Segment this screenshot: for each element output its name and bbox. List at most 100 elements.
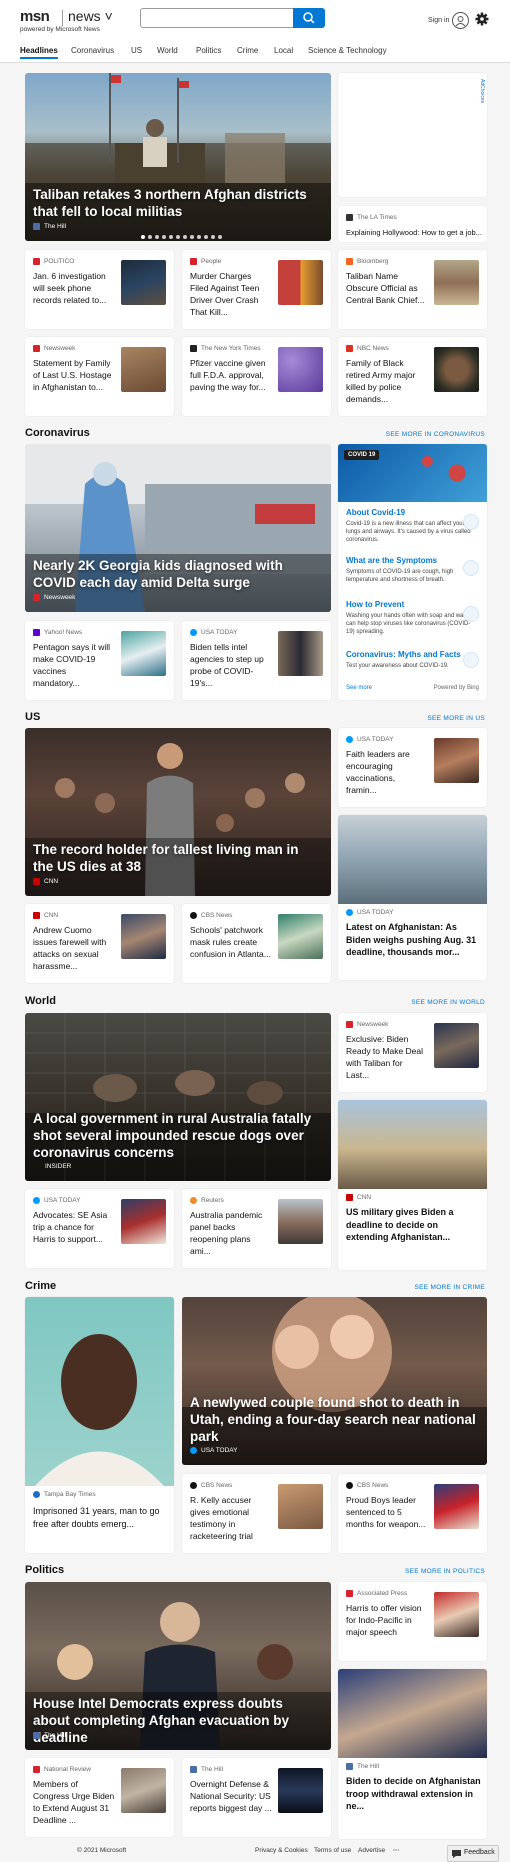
news-card[interactable]: USA TODAY Faith leaders are encouraging … xyxy=(338,728,487,807)
card-title[interactable]: Schools' patchwork mask rules create con… xyxy=(190,924,272,960)
hero-card-politics[interactable]: House Intel Democrats express doubts abo… xyxy=(25,1582,331,1750)
card-title[interactable]: Biden tells intel agencies to step up pr… xyxy=(190,641,272,689)
news-card[interactable]: Reuters Australia pandemic panel backs r… xyxy=(182,1189,331,1268)
hero-title[interactable]: The record holder for tallest living man… xyxy=(33,841,321,875)
covid-see-more[interactable]: See more xyxy=(346,685,372,691)
card-title[interactable]: Overnight Defense & National Security: U… xyxy=(190,1778,272,1814)
card-thumbnail xyxy=(121,1199,166,1244)
news-card[interactable]: Associated Press Harris to offer vision … xyxy=(338,1582,487,1661)
see-more-politics[interactable]: SEE MORE IN POLITICS xyxy=(405,1568,485,1575)
hero-card-crime[interactable]: A newlywed couple found shot to death in… xyxy=(182,1297,487,1465)
hero-title[interactable]: A local government in rural Australia fa… xyxy=(33,1110,321,1161)
card-title[interactable]: Harris to offer vision for Indo-Pacific … xyxy=(346,1602,428,1638)
tab-local[interactable]: Local xyxy=(274,46,293,55)
covid-symptoms-title[interactable]: What are the Symptoms xyxy=(346,556,476,565)
card-title[interactable]: Biden to decide on Afghanistan troop wit… xyxy=(346,1775,482,1813)
covid-prevent-title[interactable]: How to Prevent xyxy=(346,600,476,609)
hero-card-world[interactable]: A local government in rural Australia fa… xyxy=(25,1013,331,1181)
card-title[interactable]: Members of Congress Urge Biden to Extend… xyxy=(33,1778,115,1826)
more-menu[interactable]: ··· xyxy=(393,1847,400,1854)
hero-title[interactable]: A newlywed couple found shot to death in… xyxy=(190,1394,477,1445)
tab-world[interactable]: World xyxy=(157,46,178,55)
news-card[interactable]: Newsweek Exclusive: Biden Ready to Make … xyxy=(338,1013,487,1092)
card-title[interactable]: Faith leaders are encouraging vaccinatio… xyxy=(346,748,428,796)
card-thumbnail xyxy=(121,347,166,392)
tab-crime[interactable]: Crime xyxy=(237,46,258,55)
card-title[interactable]: R. Kelly accuser gives emotional testimo… xyxy=(190,1494,272,1542)
tab-science-technology[interactable]: Science & Technology xyxy=(308,46,387,55)
news-card[interactable]: USA TODAY Biden tells intel agencies to … xyxy=(182,621,331,700)
see-more-us[interactable]: SEE MORE IN US xyxy=(427,715,485,722)
covid-about-title[interactable]: About Covid-19 xyxy=(346,508,476,517)
news-card[interactable]: CNN Andrew Cuomo issues farewell with at… xyxy=(25,904,174,983)
card-title[interactable]: Pentagon says it will make COVID-19 vacc… xyxy=(33,641,115,689)
covid-symptoms[interactable]: What are the Symptoms Symptoms of COVID-… xyxy=(346,556,476,584)
avatar-icon[interactable] xyxy=(452,12,469,29)
card-title[interactable]: Explaining Hollywood: How to get a job..… xyxy=(346,227,482,239)
covid-prevent[interactable]: How to Prevent Washing your hands often … xyxy=(346,600,476,636)
hero-card-us[interactable]: The record holder for tallest living man… xyxy=(25,728,331,896)
card-title[interactable]: Jan. 6 investigation will seek phone rec… xyxy=(33,270,115,306)
big-news-card[interactable]: The Hill Biden to decide on Afghanistan … xyxy=(338,1669,487,1839)
news-card[interactable]: Newsweek Statement by Family of Last U.S… xyxy=(25,337,174,416)
hero-card-covid[interactable]: Nearly 2K Georgia kids diagnosed with CO… xyxy=(25,444,331,612)
advertise-link[interactable]: Advertise xyxy=(358,1847,385,1854)
news-card[interactable]: CBS News Schools' patchwork mask rules c… xyxy=(182,904,331,983)
news-card[interactable]: National Review Members of Congress Urge… xyxy=(25,1758,174,1837)
news-card[interactable]: CBS News Proud Boys leader sentenced to … xyxy=(338,1474,487,1553)
covid-myths[interactable]: Coronavirus: Myths and Facts Test your a… xyxy=(346,650,476,670)
see-more-coronavirus[interactable]: SEE MORE IN CORONAVIRUS xyxy=(386,431,485,438)
card-title[interactable]: Taliban Name Obscure Official as Central… xyxy=(346,270,428,306)
news-card[interactable]: CBS News R. Kelly accuser gives emotiona… xyxy=(182,1474,331,1553)
news-card[interactable]: The New York Times Pfizer vaccine given … xyxy=(182,337,331,416)
terms-link[interactable]: Terms of use xyxy=(314,1847,351,1854)
see-more-crime[interactable]: SEE MORE IN CRIME xyxy=(415,1284,485,1291)
hero-title[interactable]: House Intel Democrats express doubts abo… xyxy=(33,1695,321,1746)
tab-politics[interactable]: Politics xyxy=(196,46,221,55)
hero-card-taliban[interactable]: Taliban retakes 3 northern Afghan distri… xyxy=(25,73,331,241)
news-card[interactable]: The Hill Overnight Defense & National Se… xyxy=(182,1758,331,1837)
tab-us[interactable]: US xyxy=(131,46,142,55)
hero-source: The Hill xyxy=(33,1732,66,1739)
hero-title[interactable]: Taliban retakes 3 northern Afghan distri… xyxy=(33,186,321,220)
news-dropdown[interactable]: news ˅ xyxy=(68,8,113,24)
card-title[interactable]: Exclusive: Biden Ready to Make Deal with… xyxy=(346,1033,428,1081)
news-card[interactable]: People Murder Charges Filed Against Teen… xyxy=(182,250,331,329)
covid-myths-title[interactable]: Coronavirus: Myths and Facts xyxy=(346,650,476,659)
news-card[interactable]: POLITICO Jan. 6 investigation will seek … xyxy=(25,250,174,329)
msn-logo[interactable]: msn news ˅ powered by Microsoft News xyxy=(20,8,113,33)
gear-icon[interactable] xyxy=(475,12,489,31)
search-input[interactable] xyxy=(140,8,294,28)
card-title[interactable]: Imprisoned 31 years, man to go free afte… xyxy=(33,1505,169,1530)
card-title[interactable]: Family of Black retired Army major kille… xyxy=(346,357,428,405)
side-card-la-times[interactable]: The LA Times Explaining Hollywood: How t… xyxy=(338,206,487,242)
card-title[interactable]: Australia pandemic panel backs reopening… xyxy=(190,1209,272,1257)
tab-coronavirus[interactable]: Coronavirus xyxy=(71,46,114,55)
carousel-dots[interactable] xyxy=(141,235,222,239)
search-button[interactable] xyxy=(293,8,325,28)
hero-title[interactable]: Nearly 2K Georgia kids diagnosed with CO… xyxy=(33,557,321,591)
covid-about[interactable]: About Covid-19 Covid-19 is a new illness… xyxy=(346,508,476,544)
sign-in-link[interactable]: Sign in xyxy=(428,17,449,24)
big-news-card[interactable]: USA TODAY Latest on Afghanistan: As Bide… xyxy=(338,815,487,980)
tab-headlines[interactable]: Headlines xyxy=(20,46,58,59)
card-title[interactable]: Advocates: SE Asia trip a chance for Har… xyxy=(33,1209,115,1245)
card-title[interactable]: US military gives Biden a deadline to de… xyxy=(346,1206,482,1244)
card-title[interactable]: Murder Charges Filed Against Teen Driver… xyxy=(190,270,272,318)
card-title[interactable]: Pfizer vaccine given full F.D.A. approva… xyxy=(190,357,272,393)
news-card[interactable]: USA TODAY Advocates: SE Asia trip a chan… xyxy=(25,1189,174,1268)
feedback-button[interactable]: Feedback xyxy=(447,1845,499,1862)
card-title[interactable]: Proud Boys leader sentenced to 5 months … xyxy=(346,1494,428,1530)
ad-slot[interactable]: AdChoices xyxy=(338,73,487,197)
news-card[interactable]: Yahoo! News Pentagon says it will make C… xyxy=(25,621,174,700)
card-title[interactable]: Andrew Cuomo issues farewell with attack… xyxy=(33,924,115,972)
see-more-world[interactable]: SEE MORE IN WORLD xyxy=(411,999,485,1006)
news-card[interactable]: Bloomberg Taliban Name Obscure Official … xyxy=(338,250,487,329)
card-title[interactable]: Statement by Family of Last U.S. Hostage… xyxy=(33,357,115,393)
ad-choices-label[interactable]: AdChoices xyxy=(479,79,485,103)
news-card[interactable]: NBC News Family of Black retired Army ma… xyxy=(338,337,487,416)
tall-news-card[interactable]: Tampa Bay Times Imprisoned 31 years, man… xyxy=(25,1297,174,1553)
big-news-card[interactable]: CNN US military gives Biden a deadline t… xyxy=(338,1100,487,1270)
privacy-link[interactable]: Privacy & Cookies xyxy=(255,1847,308,1854)
card-title[interactable]: Latest on Afghanistan: As Biden weighs p… xyxy=(346,921,482,959)
